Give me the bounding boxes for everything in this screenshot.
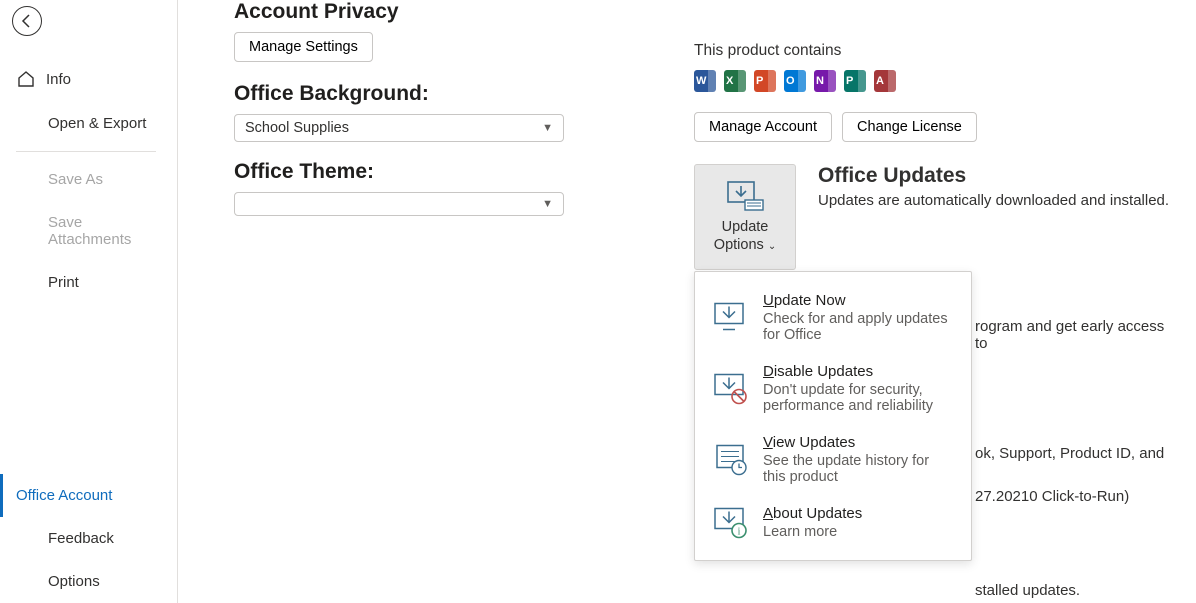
bg-text: stalled updates. <box>975 582 1080 599</box>
nav-label: Options <box>48 573 100 590</box>
update-options-icon <box>725 180 765 212</box>
app-icon: X <box>724 70 746 92</box>
home-icon <box>16 69 36 89</box>
sidebar-item-options[interactable]: Options <box>0 560 177 603</box>
svg-text:i: i <box>738 527 741 538</box>
sidebar-item-open-export[interactable]: Open & Export <box>0 102 177 145</box>
chevron-down-icon: ▼ <box>542 198 553 210</box>
sidebar-item-info[interactable]: Info <box>0 56 177 102</box>
app-icon: P <box>844 70 866 92</box>
menu-desc: Check for and apply updates for Office <box>763 311 953 343</box>
nav-label: Feedback <box>48 530 114 547</box>
app-icon: N <box>814 70 836 92</box>
office-theme-select[interactable]: ▼ <box>234 192 564 216</box>
nav-separator <box>16 151 156 152</box>
left-column: Account Privacy Manage Settings Office B… <box>234 0 594 603</box>
sidebar-item-save-as[interactable]: Save As <box>0 158 177 201</box>
menu-title: Update Now <box>763 292 953 309</box>
sidebar-item-print[interactable]: Print <box>0 261 177 304</box>
nav-label: Print <box>48 274 79 291</box>
right-column: This product contains WXPONPA Manage Acc… <box>694 0 1169 603</box>
nav-label: Save Attachments <box>48 214 165 248</box>
app-icon: A <box>874 70 896 92</box>
app-icon: W <box>694 70 716 92</box>
history-icon <box>713 434 749 485</box>
menu-item-view-updates[interactable]: View Updates See the update history for … <box>695 424 971 495</box>
sidebar: Info Open & Export Save As Save Attachme… <box>0 0 178 603</box>
chevron-down-icon: ⌄ <box>768 241 776 252</box>
update-block: Update Options ⌄ Office Updates Updates … <box>694 164 1169 270</box>
download-icon <box>713 292 749 343</box>
change-license-button[interactable]: Change License <box>842 112 977 142</box>
update-options-button[interactable]: Update Options ⌄ <box>694 164 796 270</box>
office-background-title: Office Background: <box>234 82 594 106</box>
disable-icon <box>713 363 749 414</box>
app-icon: P <box>754 70 776 92</box>
about-icon: i <box>713 505 749 540</box>
menu-desc: Learn more <box>763 524 862 540</box>
menu-item-update-now[interactable]: Update Now Check for and apply updates f… <box>695 282 971 353</box>
main-content: Account Privacy Manage Settings Office B… <box>178 0 1196 603</box>
product-contains-label: This product contains <box>694 42 1169 60</box>
bg-text: 27.20210 Click-to-Run) <box>975 488 1129 505</box>
menu-desc: Don't update for security, performance a… <box>763 382 953 414</box>
office-background-value: School Supplies <box>245 120 349 136</box>
nav-label: Office Account <box>16 487 112 504</box>
sidebar-item-feedback[interactable]: Feedback <box>0 517 177 560</box>
nav-label: Open & Export <box>48 115 146 132</box>
office-updates-title: Office Updates <box>818 164 1169 188</box>
nav-label: Info <box>46 71 71 88</box>
manage-settings-button[interactable]: Manage Settings <box>234 32 373 62</box>
arrow-left-icon <box>19 13 35 29</box>
menu-title: View Updates <box>763 434 953 451</box>
sidebar-item-save-attachments[interactable]: Save Attachments <box>0 201 177 261</box>
office-theme-title: Office Theme: <box>234 160 594 184</box>
bg-text: rogram and get early access to <box>975 318 1169 352</box>
nav-label: Save As <box>48 171 103 188</box>
menu-desc: See the update history for this product <box>763 453 953 485</box>
back-button[interactable] <box>12 6 42 36</box>
menu-title: About Updates <box>763 505 862 522</box>
sidebar-item-office-account[interactable]: Office Account <box>0 474 177 517</box>
menu-item-disable-updates[interactable]: Disable Updates Don't update for securit… <box>695 353 971 424</box>
chevron-down-icon: ▼ <box>542 122 553 134</box>
bg-text: ok, Support, Product ID, and <box>975 445 1164 462</box>
menu-item-about-updates[interactable]: i About Updates Learn more <box>695 495 971 550</box>
office-background-select[interactable]: School Supplies ▼ <box>234 114 564 142</box>
menu-title: Disable Updates <box>763 363 953 380</box>
app-icons-row: WXPONPA <box>694 70 1169 92</box>
manage-account-button[interactable]: Manage Account <box>694 112 832 142</box>
update-options-menu: Update Now Check for and apply updates f… <box>694 271 972 561</box>
office-updates-desc: Updates are automatically downloaded and… <box>818 192 1169 209</box>
app-icon: O <box>784 70 806 92</box>
update-options-label: Update Options ⌄ <box>714 218 776 254</box>
account-privacy-title: Account Privacy <box>234 0 594 24</box>
